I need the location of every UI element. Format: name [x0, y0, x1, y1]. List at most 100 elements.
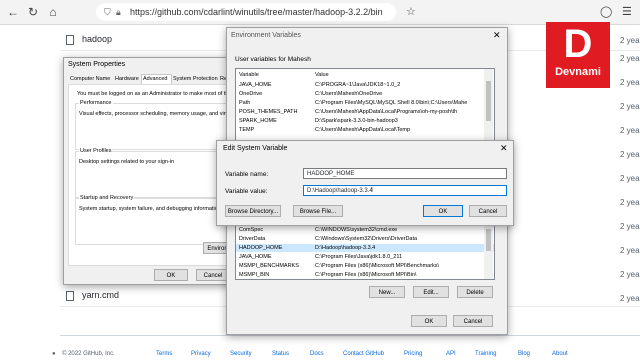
file-icon	[66, 34, 74, 45]
system-variables-list[interactable]: ComSpec C:\WINDOWS\system32\cmd.exe Drive…	[235, 224, 495, 280]
tab-hardware[interactable]: Hardware	[115, 76, 139, 82]
variable-value: C:\Program Files (x86)\Microsoft MPI\Bin…	[315, 272, 417, 278]
footer-link[interactable]: Privacy	[191, 351, 211, 357]
browser-toolbar: ← ↻ ⌂ ⛉ 🔒︎ https://github.com/cdarlint/w…	[0, 0, 640, 25]
logo-text: Devnami	[555, 66, 601, 78]
variable-value: C:\Program Files\Java\jdk1.8.0_211	[315, 254, 403, 260]
footer-link[interactable]: Blog	[518, 351, 530, 357]
file-age: 2 years	[620, 198, 640, 207]
browse-file-button[interactable]: Browse File...	[293, 205, 343, 217]
file-icon	[66, 290, 74, 301]
list-item[interactable]: Path C:\Program Files\MySQL\MySQL Shell 8…	[236, 99, 494, 107]
scrollbar[interactable]	[484, 69, 493, 141]
tab-system-protection[interactable]: System Protection	[173, 76, 218, 82]
variable-name: ComSpec	[239, 227, 264, 233]
back-icon[interactable]: ←	[6, 5, 20, 19]
variable-name: Path	[239, 100, 251, 106]
user-variables-list[interactable]: Variable Value JAVA_HOME C:\PROGRA~1\Java…	[235, 68, 495, 142]
cancel-button[interactable]: Cancel	[453, 315, 493, 327]
variable-name: MSMPI_BENCHMARKS	[239, 263, 299, 269]
user-profiles-label: User Profiles	[79, 148, 113, 154]
variable-value-field[interactable]: D:\Hadoop\hadoop-3.3.4	[303, 185, 507, 196]
file-age: 2 years	[620, 126, 640, 135]
delete-button[interactable]: Delete	[457, 286, 493, 298]
variable-value: C:\Program Files (x86)\Microsoft MPI\Ben…	[315, 263, 440, 269]
performance-text: Visual effects, processor scheduling, me…	[79, 111, 231, 117]
footer-link[interactable]: About	[552, 351, 568, 357]
list-item[interactable]: ComSpec C:\WINDOWS\system32\cmd.exe	[236, 226, 494, 234]
list-item[interactable]: JAVA_HOME C:\PROGRA~1\Java\JDK18~1.0_2	[236, 81, 494, 89]
file-age: 2 years	[620, 246, 640, 255]
home-icon[interactable]: ⌂	[46, 5, 60, 19]
ok-button[interactable]: OK	[423, 205, 463, 217]
file-age: 2 years	[620, 36, 640, 45]
variable-name-label: Variable name:	[225, 171, 269, 178]
ok-button[interactable]: OK	[154, 269, 188, 281]
tab-advanced[interactable]: Advanced	[143, 76, 167, 82]
variable-value: C:\Users\Mahesh\AppData\Local\Programs\o…	[315, 109, 458, 115]
column-header-variable[interactable]: Variable	[239, 71, 259, 79]
list-item[interactable]: POSH_THEMES_PATH C:\Users\Mahesh\AppData\…	[236, 108, 494, 116]
variable-value: C:\Program Files\MySQL\MySQL Shell 8.0\b…	[315, 100, 468, 106]
startup-text: System startup, system failure, and debu…	[79, 206, 221, 212]
list-item[interactable]: JAVA_HOME C:\Program Files\Java\jdk1.8.0_…	[236, 253, 494, 261]
tab-computer-name[interactable]: Computer Name	[70, 76, 110, 82]
list-item[interactable]: MSMPI_BENCHMARKS C:\Program Files (x86)\M…	[236, 262, 494, 270]
variable-name-field[interactable]: HADOOP_HOME	[303, 168, 507, 179]
new-button[interactable]: New...	[369, 286, 405, 298]
address-bar[interactable]: ⛉ 🔒︎ https://github.com/cdarlint/winutil…	[96, 3, 396, 21]
footer-divider	[60, 335, 640, 336]
variable-value: D:\Hadoop\hadoop-3.3.4	[315, 245, 376, 251]
list-item[interactable]: SPARK_HOME D:\Spark\spark-3.3.0-bin-hadoo…	[236, 117, 494, 125]
footer-link[interactable]: API	[446, 351, 456, 357]
dialog-title: Environment Variables	[231, 32, 301, 39]
close-icon[interactable]: ✕	[500, 143, 508, 154]
account-icon[interactable]: ◯	[600, 5, 612, 18]
scrollbar-thumb[interactable]	[486, 229, 491, 251]
menu-icon[interactable]: ☰	[622, 5, 632, 18]
file-age: 2 years	[620, 270, 640, 279]
footer-link[interactable]: Security	[230, 351, 252, 357]
reload-icon[interactable]: ↻	[26, 5, 40, 19]
variable-value: C:\PROGRA~1\Java\JDK18~1.0_2	[315, 82, 401, 88]
file-age: 2 years	[620, 174, 640, 183]
browse-directory-button[interactable]: Browse Directory...	[225, 205, 281, 217]
admin-note: You must be logged on as an Administrato…	[77, 91, 232, 97]
variable-value: C:\Users\Mahesh\AppData\Local\Temp	[315, 127, 411, 133]
lock-icon: 🔒︎	[116, 7, 121, 17]
dialog-title: Edit System Variable	[223, 145, 288, 152]
edit-button[interactable]: Edit...	[413, 286, 449, 298]
footer-link[interactable]: Training	[475, 351, 496, 357]
scrollbar-thumb[interactable]	[486, 81, 491, 121]
list-item[interactable]: DriverData C:\Windows\System32\Drivers\Dr…	[236, 235, 494, 243]
footer-link[interactable]: Contact GitHub	[343, 351, 384, 357]
scrollbar[interactable]	[484, 225, 493, 279]
close-icon[interactable]: ✕	[493, 30, 501, 41]
variable-name: DriverData	[239, 236, 266, 242]
list-item-selected[interactable]: HADOOP_HOME D:\Hadoop\hadoop-3.3.4	[236, 244, 494, 252]
footer-link[interactable]: Terms	[156, 351, 172, 357]
ok-button[interactable]: OK	[411, 315, 447, 327]
list-item[interactable]: TEMP C:\Users\Mahesh\AppData\Local\Temp	[236, 126, 494, 134]
variable-value: C:\WINDOWS\system32\cmd.exe	[315, 227, 398, 233]
startup-label: Startup and Recovery	[79, 195, 135, 201]
list-item[interactable]: OneDrive C:\Users\Mahesh\OneDrive	[236, 90, 494, 98]
copyright: © 2022 GitHub, Inc.	[62, 351, 115, 357]
file-age: 2 years	[620, 102, 640, 111]
tab-strip: Computer Name Hardware Advanced System P…	[66, 74, 242, 84]
github-logo-icon: ●	[52, 351, 56, 357]
list-header: Variable Value	[236, 71, 494, 79]
cancel-button[interactable]: Cancel	[469, 205, 507, 217]
footer-link[interactable]: Status	[272, 351, 289, 357]
column-header-value[interactable]: Value	[315, 71, 329, 79]
bookmark-star-icon[interactable]: ☆	[406, 5, 416, 18]
file-age: 2 years	[620, 54, 640, 63]
list-item[interactable]: MSMPI_BIN C:\Program Files (x86)\Microsof…	[236, 271, 494, 279]
file-item-hadoop[interactable]: hadoop	[66, 34, 112, 45]
cancel-button[interactable]: Cancel	[196, 269, 230, 281]
variable-name: SPARK_HOME	[239, 118, 277, 124]
footer-link[interactable]: Docs	[310, 351, 324, 357]
variable-value: D:\Spark\spark-3.3.0-bin-hadoop3	[315, 118, 398, 124]
file-item-yarn-cmd[interactable]: yarn.cmd	[66, 290, 119, 301]
footer-link[interactable]: Pricing	[404, 351, 422, 357]
